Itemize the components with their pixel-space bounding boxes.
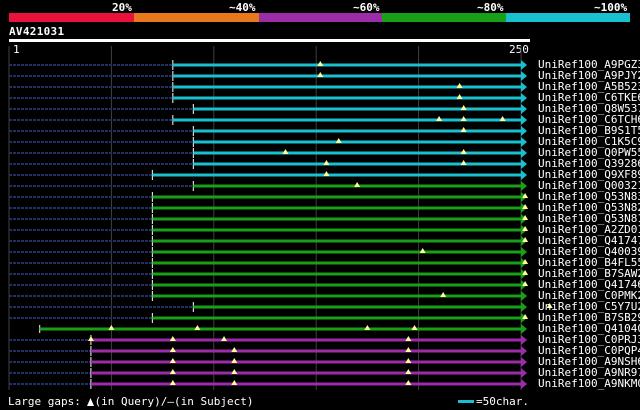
hit-arrow [521, 115, 527, 125]
hit-bar [152, 206, 522, 210]
in-subject-label: (in Subject) [173, 395, 254, 408]
hit-bar [152, 228, 522, 232]
hit-bar [193, 129, 521, 133]
hit-arrow [521, 126, 527, 136]
hit-bar [152, 261, 522, 265]
hit-arrow [521, 302, 527, 312]
large-gaps-label: Large gaps: [8, 395, 81, 408]
hit-bar [90, 371, 522, 375]
hit-bar [152, 316, 522, 320]
hit-bar [172, 63, 521, 67]
hit-bar [172, 85, 521, 89]
hit-bar [193, 305, 521, 309]
hit-arrow [521, 357, 527, 367]
hit-bar [193, 107, 521, 111]
hit-arrow [521, 159, 527, 169]
hit-arrow [521, 71, 527, 81]
hit-bar [193, 140, 521, 144]
hit-bar [152, 294, 522, 298]
hit-bar [172, 96, 521, 100]
hit-bar [90, 360, 522, 364]
hit-arrow [521, 148, 527, 158]
hit-arrow [521, 170, 527, 180]
hit-arrow [521, 181, 527, 191]
hit-arrow [521, 104, 527, 114]
hit-arrow [521, 291, 527, 301]
hit-arrow [521, 82, 527, 92]
hit-arrow [521, 60, 527, 70]
hit-label[interactable]: UniRef100_A9NKM0 [538, 378, 640, 389]
hit-bar [193, 151, 521, 155]
hit-arrow [521, 368, 527, 378]
scale-key-bar [458, 400, 474, 403]
hit-bar [152, 217, 522, 221]
hit-arrow [521, 379, 527, 389]
scale-key-label: =50char. [476, 395, 529, 408]
hit-bar [152, 195, 522, 199]
hit-bar [172, 118, 521, 122]
hit-bar [90, 338, 522, 342]
hit-bar [172, 74, 521, 78]
hit-bar [152, 239, 522, 243]
hit-arrow [521, 324, 527, 334]
gap-legend: Large gaps: (in Query)/–(in Subject) [8, 395, 253, 408]
hit-bar [152, 283, 522, 287]
hit-bar [152, 250, 522, 254]
hit-arrow [521, 247, 527, 257]
hit-bar [152, 272, 522, 276]
hit-arrow [521, 346, 527, 356]
hit-arrow [521, 137, 527, 147]
hit-arrow [521, 93, 527, 103]
hit-bar [152, 173, 522, 177]
hit-arrow [521, 335, 527, 345]
dash-icon: – [167, 395, 174, 408]
hit-bar [90, 382, 522, 386]
in-query-label: (in Query)/ [94, 395, 168, 408]
hit-bar [90, 349, 522, 353]
hit-bar [193, 162, 521, 166]
